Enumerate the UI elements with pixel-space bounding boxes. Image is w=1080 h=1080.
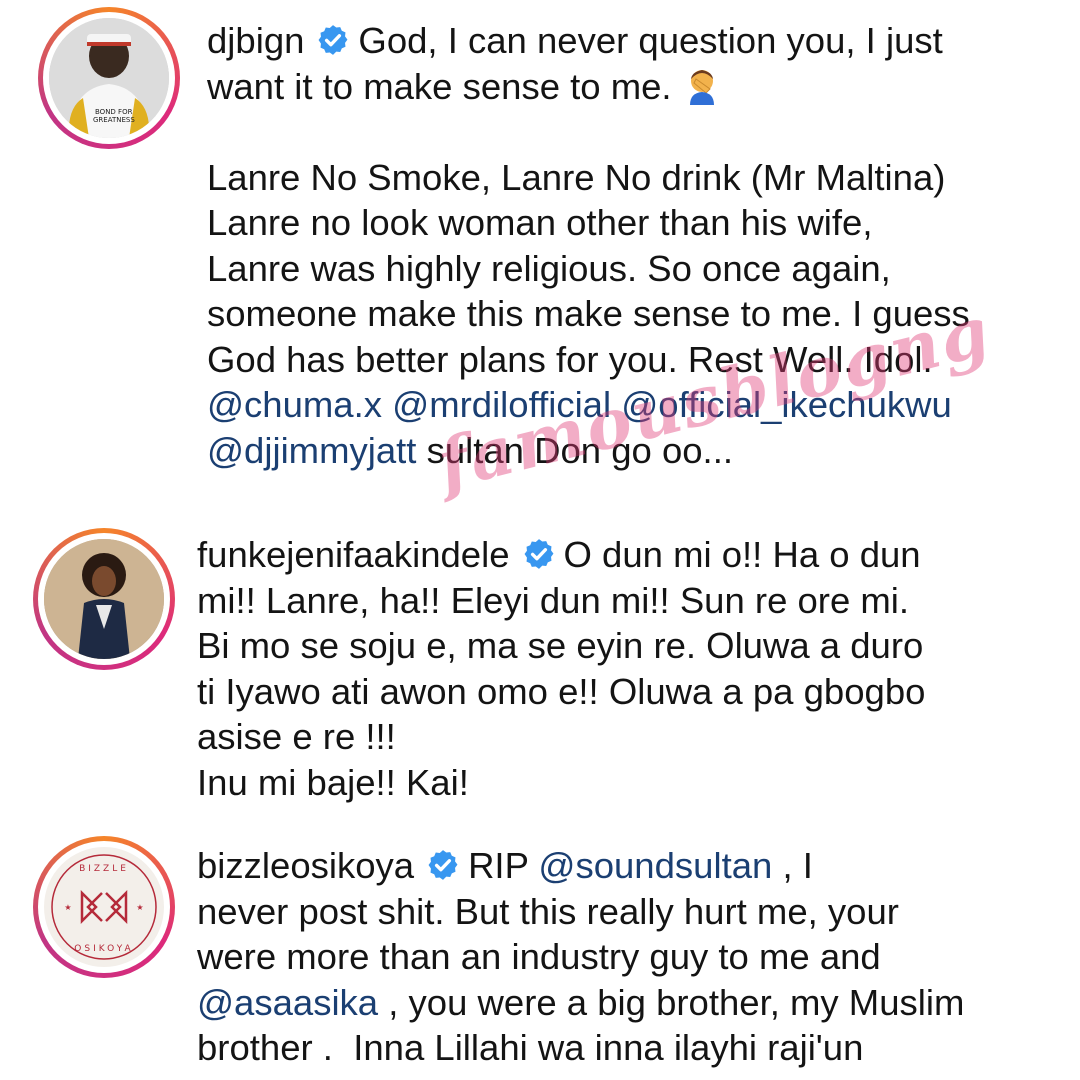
comment-text-part: RIP: [468, 845, 539, 886]
avatar-border: BIZZLE OSIKOYA ★ ★: [38, 841, 170, 973]
story-ring-avatar[interactable]: BOND FOR GREATNESS: [38, 7, 180, 149]
svg-text:★: ★: [64, 903, 71, 912]
verified-badge-icon: [428, 850, 458, 881]
avatar-photo: [44, 539, 164, 659]
mention-link[interactable]: @soundsultan: [538, 845, 772, 886]
facepalm-emoji-icon: [689, 69, 714, 105]
svg-text:★: ★: [136, 903, 143, 912]
comment-body: Lanre No Smoke, Lanre No drink (Mr Malti…: [207, 156, 970, 380]
svg-text:OSIKOYA: OSIKOYA: [74, 944, 133, 954]
mention-link[interactable]: @djjimmyjatt: [207, 430, 416, 471]
mention-link[interactable]: @chuma.x: [207, 384, 382, 425]
avatar-border: BOND FOR GREATNESS: [43, 12, 175, 144]
avatar-border: [38, 533, 170, 665]
mention-link[interactable]: @mrdilofficial: [392, 384, 611, 425]
brand-logo-icon: BIZZLE OSIKOYA ★ ★: [51, 854, 157, 960]
story-ring-avatar[interactable]: [33, 528, 175, 670]
comment-text: djbign God, I can never question you, I j…: [207, 18, 1057, 473]
verified-badge-icon: [318, 25, 348, 56]
svg-text:BIZZLE: BIZZLE: [79, 864, 129, 874]
comment-text: bizzleosikoya RIP @soundsultan , I never …: [197, 843, 1067, 1071]
username-link[interactable]: djbign: [207, 20, 304, 61]
username-link[interactable]: bizzleosikoya: [197, 845, 414, 886]
user-avatar-icon: BOND FOR GREATNESS: [49, 18, 169, 138]
mention-link[interactable]: @official_ikechukwu: [621, 384, 952, 425]
svg-text:BOND FOR: BOND FOR: [95, 108, 133, 116]
verified-badge-icon: [524, 539, 553, 570]
comment-tail: sultan Don go oo...: [416, 429, 733, 471]
mention-link[interactable]: @asaasika: [197, 982, 378, 1023]
user-avatar-icon: [44, 539, 164, 659]
story-ring-avatar[interactable]: BIZZLE OSIKOYA ★ ★: [33, 836, 175, 978]
avatar-photo: BIZZLE OSIKOYA ★ ★: [44, 847, 164, 967]
svg-text:GREATNESS: GREATNESS: [93, 116, 135, 124]
username-link[interactable]: funkejenifaakindele: [197, 534, 510, 575]
avatar-photo: BOND FOR GREATNESS: [49, 18, 169, 138]
comment-text: funkejenifaakindele O dun mi o!! Ha o dun…: [197, 532, 1067, 805]
